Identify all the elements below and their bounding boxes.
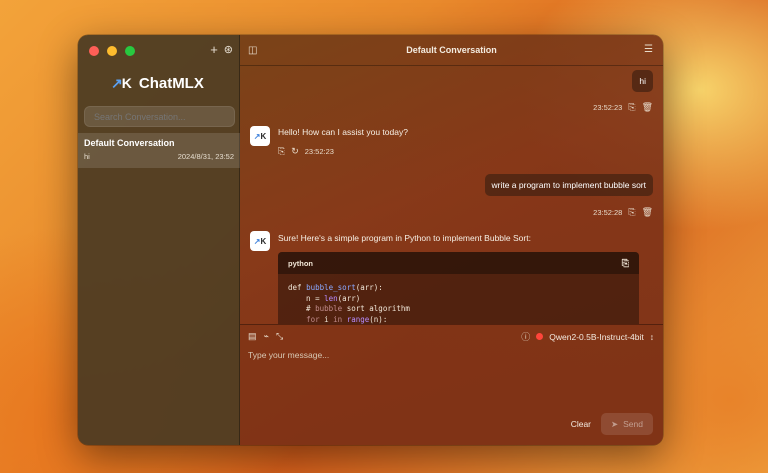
message-meta: 23:52:28 ⎘ 🗑 (593, 207, 653, 218)
close-window-button[interactable] (89, 46, 99, 56)
conversation-title-header: Default Conversation (406, 45, 497, 55)
message-meta: ⎘ ↻ 23:52:23 (278, 146, 334, 157)
options-icon[interactable]: ☰ (644, 44, 653, 55)
user-message: hi (632, 70, 653, 92)
message-list: hi 23:52:23 ⎘ 🗑 ↗ K Hello! How can I assi… (240, 66, 663, 324)
assistant-avatar: ↗ K (250, 126, 270, 146)
chevron-updown-icon: ↕ (649, 331, 654, 342)
composer: ▤ ⌁ ⤡ ⓘ Qwen2-0.5B-Instruct-4bit ↕ Type … (240, 324, 663, 445)
message-input[interactable]: Type your message... (248, 350, 329, 360)
assistant-message: Sure! Here's a simple program in Python … (278, 233, 531, 243)
code-block: python ⎘ def bubble_sort(arr): n = len(a… (278, 252, 639, 324)
trash-icon[interactable]: 🗑 (642, 102, 653, 113)
titlebar: ◫ Default Conversation ☰ (240, 35, 663, 66)
message-meta: 23:52:23 ⎘ 🗑 (593, 102, 653, 113)
copy-icon[interactable]: ⎘ (278, 146, 285, 157)
copy-icon[interactable]: ⎘ (628, 102, 635, 113)
copy-icon[interactable]: ⎘ (628, 207, 635, 218)
app-name: ChatMLX (138, 75, 204, 92)
assistant-avatar: ↗ K (250, 231, 270, 251)
conversation-item[interactable]: Default Conversation hi 2024/8/31, 23:52 (78, 133, 240, 168)
timestamp: 23:52:23 (304, 147, 334, 156)
sidebar: + ⊛ ↗K ChatMLX Default Conversation hi 2… (78, 35, 240, 445)
sidebar-tools: + ⊛ (210, 42, 233, 58)
code-line: def bubble_sort(arr): (288, 283, 383, 292)
brand: ↗K ChatMLX (111, 75, 204, 92)
model-selector[interactable]: ⓘ Qwen2-0.5B-Instruct-4bit ↕ (521, 330, 654, 343)
minimize-window-button[interactable] (107, 46, 117, 56)
composer-tools: ▤ ⌁ ⤡ (248, 331, 283, 342)
code-line: for i in range(n): (306, 314, 388, 324)
conversation-preview: hi (84, 152, 90, 161)
send-label: Send (623, 419, 643, 429)
send-icon: ➤ (611, 418, 619, 429)
conversation-title: Default Conversation (84, 138, 175, 148)
search-input[interactable] (84, 106, 235, 127)
assistant-message: Hello! How can I assist you today? (278, 127, 408, 137)
status-dot (536, 333, 544, 340)
sidebar-toggle-icon[interactable]: ◫ (248, 45, 257, 56)
code-header: python ⎘ (278, 252, 639, 274)
clean-icon[interactable]: ⌁ (264, 331, 269, 342)
expand-icon[interactable]: ⤡ (276, 331, 283, 342)
code-content: def bubble_sort(arr): n = len(arr) # bub… (278, 274, 639, 324)
conversation-date: 2024/8/31, 23:52 (177, 152, 234, 161)
timestamp: 23:52:23 (593, 103, 623, 112)
zoom-window-button[interactable] (125, 46, 135, 56)
code-line: n = len(arr) (288, 293, 361, 303)
settings-icon[interactable]: ⊛ (224, 42, 233, 58)
window-controls (89, 46, 135, 56)
user-message: write a program to implement bubble sort (484, 174, 653, 196)
copy-code-icon[interactable]: ⎘ (622, 258, 629, 269)
regenerate-icon[interactable]: ↻ (291, 146, 299, 157)
new-conversation-icon[interactable]: + (210, 42, 218, 58)
code-line: # bubble sort algorithm (288, 304, 410, 313)
send-button[interactable]: ➤ Send (601, 413, 653, 435)
code-language: python (288, 258, 313, 268)
main-panel: ◫ Default Conversation ☰ hi 23:52:23 ⎘ 🗑… (240, 35, 663, 445)
trash-icon[interactable]: 🗑 (642, 207, 653, 218)
timestamp: 23:52:28 (593, 208, 623, 217)
clear-button[interactable]: Clear (571, 419, 591, 429)
model-name: Qwen2-0.5B-Instruct-4bit (549, 331, 644, 342)
logo-icon: ↗K (111, 75, 132, 91)
document-icon[interactable]: ▤ (248, 331, 257, 342)
info-icon[interactable]: ⓘ (521, 330, 530, 343)
app-window: + ⊛ ↗K ChatMLX Default Conversation hi 2… (78, 35, 663, 445)
